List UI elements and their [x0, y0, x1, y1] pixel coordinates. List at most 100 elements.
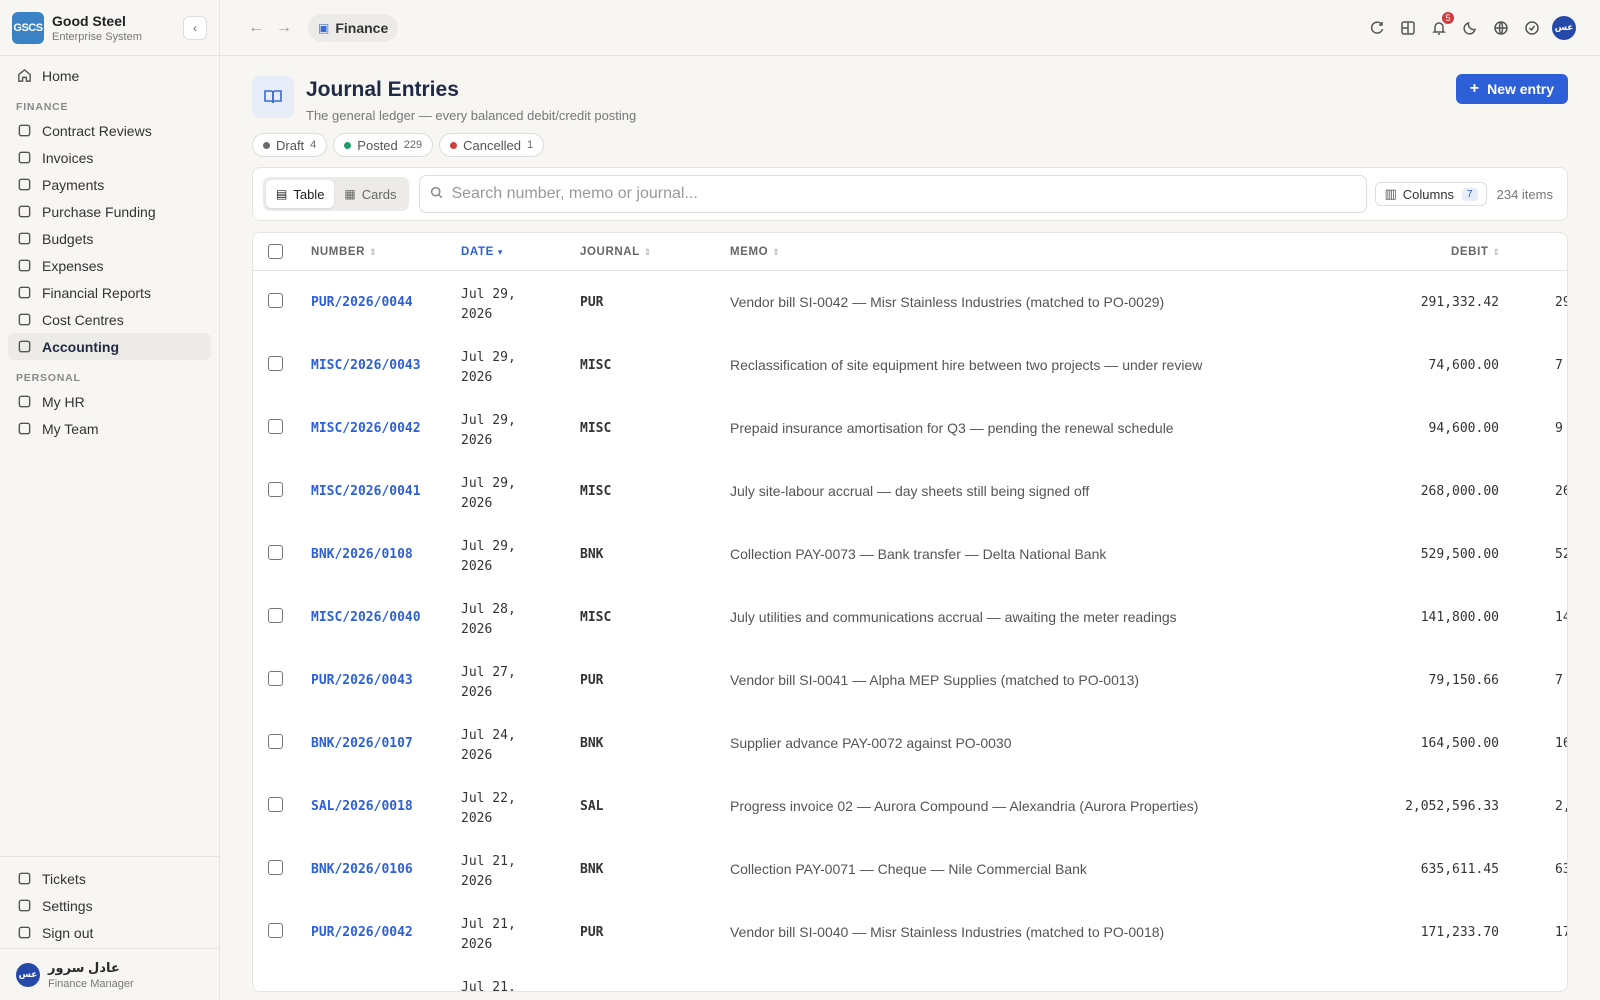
column-header-journal[interactable]: JOURNAL ⇕ — [580, 246, 652, 258]
column-header-date[interactable]: DATE ▾ — [461, 246, 503, 258]
arrow-left-icon: ← — [248, 18, 264, 36]
entry-number-link[interactable]: BNK/2026/0107 — [311, 736, 413, 751]
sidebar-item-tickets[interactable]: Tickets — [8, 865, 211, 892]
entry-debit: 635,611.45 — [1420, 862, 1499, 877]
notifications-button[interactable]: 5 — [1428, 12, 1454, 38]
status-filter-cancelled[interactable]: Cancelled 1 — [439, 133, 545, 157]
columns-button[interactable]: ▥ Columns 7 — [1375, 182, 1487, 206]
row-checkbox[interactable] — [268, 545, 283, 560]
entry-credit: 7 — [1555, 673, 1563, 688]
table-row[interactable]: MISC/2026/0043 Jul 29, 2026 MISC Reclassifi… — [253, 334, 1567, 397]
calculator-icon — [16, 339, 32, 355]
entry-date: Jul 28, 2026 — [461, 602, 516, 637]
globe-icon — [1493, 20, 1508, 35]
refresh-icon — [1370, 20, 1383, 34]
row-checkbox[interactable] — [268, 734, 283, 749]
entry-number-link[interactable]: MISC/2026/0043 — [311, 358, 421, 373]
row-checkbox[interactable] — [268, 419, 283, 434]
apps-button[interactable] — [1397, 17, 1418, 38]
tasks-button[interactable] — [1521, 17, 1542, 38]
table-row[interactable]: SAL/2026/0018 Jul 22, 2026 SAL Progress inv… — [253, 775, 1567, 838]
entry-debit: 171,233.70 — [1420, 925, 1499, 940]
sidebar-item-label: Home — [42, 67, 80, 84]
status-dot — [450, 141, 458, 149]
theme-toggle-button[interactable] — [1459, 17, 1480, 38]
table-row[interactable]: BNK/2026/0108 Jul 29, 2026 BNK Collection P… — [253, 523, 1567, 586]
entry-number-link[interactable]: PUR/2026/0044 — [311, 295, 413, 310]
view-cards-button[interactable]: ▦ Cards — [334, 180, 406, 208]
entry-number-link[interactable]: BNK/2026/0106 — [311, 862, 413, 877]
breadcrumb[interactable]: ▣ Finance — [308, 13, 399, 42]
table-row[interactable]: BNK/2026/0106 Jul 21, 2026 BNK Collection P… — [253, 838, 1567, 901]
entry-journal: SAL — [580, 799, 604, 814]
row-checkbox[interactable] — [268, 293, 283, 308]
view-table-button[interactable]: ▤ Table — [266, 180, 335, 208]
collapse-sidebar-button[interactable]: ‹ — [183, 15, 207, 40]
status-filter-posted[interactable]: Posted 229 — [333, 133, 434, 157]
back-button[interactable]: ← — [244, 16, 268, 40]
column-header-memo[interactable]: MEMO ⇕ — [730, 246, 780, 258]
sidebar-item-accounting[interactable]: Accounting — [8, 333, 211, 360]
row-checkbox[interactable] — [268, 608, 283, 623]
sidebar-item-expenses[interactable]: Expenses — [8, 252, 211, 279]
search-input[interactable] — [451, 185, 1357, 203]
row-checkbox[interactable] — [268, 671, 283, 686]
new-entry-label: New entry — [1487, 81, 1554, 97]
table-row[interactable]: PUR/2026/0044 Jul 29, 2026 PUR Vendor bill … — [253, 271, 1567, 334]
table-row[interactable]: PUR/2026/0043 Jul 27, 2026 PUR Vendor bill … — [253, 649, 1567, 712]
column-header-number[interactable]: NUMBER ⇕ — [311, 246, 377, 258]
row-checkbox[interactable] — [268, 797, 283, 812]
refresh-button[interactable] — [1366, 17, 1387, 38]
sidebar-item-financial-reports[interactable]: Financial Reports — [8, 279, 211, 306]
entry-number-link[interactable]: MISC/2026/0040 — [311, 610, 421, 625]
topbar: ← → ▣ Finance 5 عس — [220, 0, 1600, 56]
select-all-checkbox[interactable] — [268, 244, 283, 259]
sidebar-item-contract-reviews[interactable]: Contract Reviews — [8, 117, 211, 144]
status-count: 229 — [403, 139, 423, 151]
sidebar-item-home[interactable]: Home — [8, 62, 211, 89]
forward-button[interactable]: → — [272, 16, 296, 40]
topbar-avatar[interactable]: عس — [1552, 15, 1576, 40]
sidebar-item-sign-out[interactable]: Sign out — [8, 919, 211, 946]
entry-number-link[interactable]: MISC/2026/0042 — [311, 421, 421, 436]
sidebar-item-cost-centres[interactable]: Cost Centres — [8, 306, 211, 333]
sidebar-item-invoices[interactable]: Invoices — [8, 144, 211, 171]
entry-number-link[interactable]: MISC/2026/0041 — [311, 484, 421, 499]
user-profile[interactable]: عس عادل سرور Finance Manager — [0, 948, 219, 1000]
user-name: عادل سرور — [48, 959, 120, 975]
row-checkbox[interactable] — [268, 860, 283, 875]
entry-debit: 79,150.66 — [1428, 673, 1499, 688]
entry-memo: July site-labour accrual — day sheets st… — [730, 483, 1090, 499]
sidebar-item-my-team[interactable]: My Team — [8, 415, 211, 442]
language-button[interactable] — [1490, 17, 1511, 38]
sidebar-item-budgets[interactable]: Budgets — [8, 225, 211, 252]
column-header-debit[interactable]: DEBIT ⇕ — [1451, 246, 1501, 258]
entry-memo: Collection PAY-0071 — Cheque — Nile Comm… — [730, 861, 1087, 877]
new-entry-button[interactable]: + New entry — [1455, 74, 1568, 104]
arrow-right-icon: → — [276, 18, 292, 36]
entry-journal: PUR — [580, 673, 604, 688]
table-row[interactable]: MISC/2026/0040 Jul 28, 2026 MISC July utili… — [253, 586, 1567, 649]
sidebar-item-settings[interactable]: Settings — [8, 892, 211, 919]
entry-number-link[interactable]: SAL/2026/0018 — [311, 799, 413, 814]
entry-number-link[interactable]: PUR/2026/0042 — [311, 925, 413, 940]
sidebar-item-label: Sign out — [42, 924, 94, 941]
sidebar-item-payments[interactable]: Payments — [8, 171, 211, 198]
sidebar-item-label: Tickets — [42, 870, 86, 887]
entry-number-link[interactable]: PUR/2026/0043 — [311, 673, 413, 688]
sidebar-item-my-hr[interactable]: My HR — [8, 388, 211, 415]
wallet-icon — [16, 231, 32, 247]
row-checkbox[interactable] — [268, 923, 283, 938]
status-filter-draft[interactable]: Draft 4 — [252, 133, 328, 157]
table-row[interactable]: PUR/2026/0042 Jul 21, 2026 PUR Vendor bill … — [253, 901, 1567, 964]
table-row[interactable]: Jul 21, — [253, 964, 1567, 991]
sidebar-item-purchase-funding[interactable]: Purchase Funding — [8, 198, 211, 225]
table-row[interactable]: MISC/2026/0042 Jul 29, 2026 MISC Prepaid in… — [253, 397, 1567, 460]
entry-journal: PUR — [580, 295, 604, 310]
row-checkbox[interactable] — [268, 482, 283, 497]
row-checkbox[interactable] — [268, 356, 283, 371]
entry-number-link[interactable]: BNK/2026/0108 — [311, 547, 413, 562]
entry-journal: BNK — [580, 736, 604, 751]
table-row[interactable]: BNK/2026/0107 Jul 24, 2026 BNK Supplier adv… — [253, 712, 1567, 775]
table-row[interactable]: MISC/2026/0041 Jul 29, 2026 MISC July site-… — [253, 460, 1567, 523]
